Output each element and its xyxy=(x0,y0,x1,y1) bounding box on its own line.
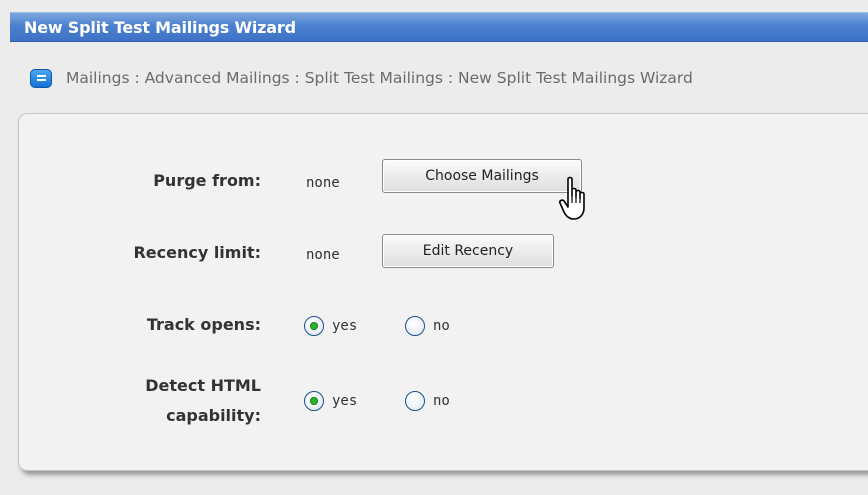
track-opens-yes-label: yes xyxy=(332,318,358,334)
breadcrumb-text: Mailings : Advanced Mailings : Split Tes… xyxy=(66,69,693,87)
track-opens-no-radio[interactable] xyxy=(405,316,425,336)
track-opens-label: Track opens: xyxy=(146,315,261,334)
detect-html-label-line1: Detect HTML xyxy=(145,376,261,395)
recency-limit-value: none xyxy=(306,247,340,263)
detect-html-label-line2: capability: xyxy=(166,406,261,425)
choose-mailings-button[interactable]: Choose Mailings xyxy=(382,159,582,193)
detect-html-yes-radio[interactable] xyxy=(304,391,324,411)
breadcrumb: Mailings : Advanced Mailings : Split Tes… xyxy=(30,65,693,91)
detect-html-no-label: no xyxy=(433,393,450,409)
mailing-list-icon xyxy=(30,68,52,88)
window-title: New Split Test Mailings Wizard xyxy=(24,18,296,37)
track-opens-yes-radio[interactable] xyxy=(304,316,324,336)
hand-pointer-icon xyxy=(559,176,585,220)
detect-html-yes-label: yes xyxy=(332,393,358,409)
window-titlebar: New Split Test Mailings Wizard xyxy=(10,12,868,42)
detect-html-no-radio[interactable] xyxy=(405,391,425,411)
edit-recency-button[interactable]: Edit Recency xyxy=(382,234,554,268)
recency-limit-label: Recency limit: xyxy=(133,243,261,262)
purge-from-label: Purge from: xyxy=(153,171,261,190)
purge-from-value: none xyxy=(306,175,340,191)
track-opens-no-label: no xyxy=(433,318,450,334)
